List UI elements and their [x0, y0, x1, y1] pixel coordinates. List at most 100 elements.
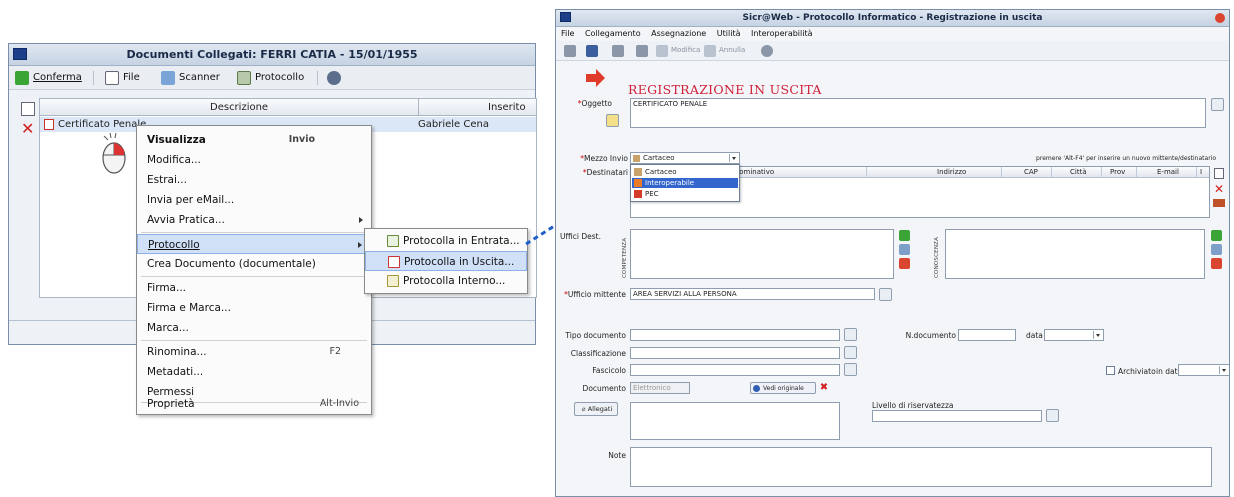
menu-collegamento[interactable]: Collegamento — [585, 29, 641, 38]
chevron-down-icon — [1219, 366, 1228, 374]
protocollo-submenu: Protocolla in Entrata... Protocolla in U… — [364, 228, 528, 294]
remove-icon[interactable] — [1211, 258, 1222, 269]
tipo-documento-field[interactable] — [630, 329, 840, 341]
mail-icon[interactable] — [636, 45, 648, 57]
note-field[interactable] — [630, 447, 1212, 487]
menu-item-metadati[interactable]: Metadati... — [137, 362, 371, 382]
file-button[interactable]: File — [103, 69, 140, 87]
menu-file[interactable]: File — [561, 29, 574, 38]
classificazione-field[interactable] — [630, 347, 840, 359]
competenza-list[interactable] — [630, 229, 894, 279]
mezzo-invio-select[interactable]: Cartaceo — [630, 152, 740, 164]
info-icon — [753, 385, 760, 392]
n-documento-field[interactable] — [958, 329, 1016, 341]
cancel-icon[interactable] — [704, 45, 716, 57]
annulla-button[interactable]: Annulla — [719, 46, 745, 54]
submenu-arrow-icon — [358, 242, 362, 248]
stamp-icon[interactable] — [612, 45, 624, 57]
tree-browse-icon[interactable] — [844, 363, 857, 376]
menu-item-invia-email[interactable]: Invia per eMail... — [137, 190, 371, 210]
menu-separator — [141, 276, 367, 277]
archiviato-label: Archiviato — [1118, 367, 1156, 376]
menu-item-protocollo[interactable]: Protocollo — [137, 234, 371, 254]
new-recipient-icon[interactable] — [1214, 168, 1224, 179]
tree-browse-icon[interactable] — [844, 346, 857, 359]
window-title: Documenti Collegati: FERRI CATIA - 15/01… — [126, 48, 418, 61]
remove-icon[interactable] — [899, 258, 910, 269]
menu-item-firma-e-marca[interactable]: Firma e Marca... — [137, 298, 371, 318]
column-cap[interactable]: CAP — [1001, 167, 1038, 178]
fascicolo-field[interactable] — [630, 364, 840, 376]
paperclip-icon: ⌀ — [581, 405, 586, 413]
dropdown-option-interoperabile[interactable]: Interoperabile — [632, 178, 738, 188]
add-icon[interactable] — [1211, 230, 1222, 241]
allegati-list[interactable] — [630, 402, 840, 440]
column-i[interactable]: I — [1196, 167, 1202, 178]
column-indirizzo[interactable]: Indirizzo — [866, 167, 966, 178]
submenu-protocolla-interno[interactable]: Protocolla Interno... — [365, 271, 527, 291]
print-icon[interactable] — [564, 45, 576, 57]
submenu-protocolla-entrata[interactable]: Protocolla in Entrata... — [365, 231, 527, 251]
column-citta[interactable]: Città — [1051, 167, 1087, 178]
menu-item-marca[interactable]: Marca... — [137, 318, 371, 338]
conoscenza-list[interactable] — [945, 229, 1205, 279]
group-icon[interactable] — [1213, 199, 1225, 207]
column-email[interactable]: E-mail — [1136, 167, 1179, 178]
new-file-icon — [105, 71, 119, 85]
delete-icon[interactable]: ✕ — [21, 121, 35, 137]
submenu-protocolla-uscita[interactable]: Protocolla in Uscita... — [365, 251, 527, 271]
menu-interoperabilita[interactable]: Interoperabilità — [751, 29, 812, 38]
data-label: data — [1026, 331, 1043, 340]
close-icon[interactable] — [1215, 13, 1225, 23]
archiviato-data-field[interactable] — [1178, 364, 1229, 376]
search-icon[interactable] — [844, 328, 857, 341]
menu-item-estrai[interactable]: Estrai... — [137, 170, 371, 190]
menu-item-crea-documento[interactable]: Crea Documento (documentale) — [137, 254, 371, 274]
add-icon[interactable] — [899, 230, 910, 241]
archiviato-checkbox[interactable] — [1106, 366, 1115, 375]
note-icon[interactable] — [606, 114, 619, 127]
dropdown-option-cartaceo[interactable]: Cartaceo — [632, 167, 738, 177]
help-icon[interactable] — [761, 45, 773, 57]
close-icon[interactable]: ✖ — [818, 382, 830, 394]
menu-item-firma[interactable]: Firma... — [137, 278, 371, 298]
livello-riservatezza-field[interactable] — [872, 410, 1042, 422]
menu-item-rinomina[interactable]: Rinomina... F2 — [137, 342, 371, 362]
dropdown-option-pec[interactable]: PEC — [632, 189, 738, 199]
ufficio-mittente-field[interactable]: AREA SERVIZI ALLA PERSONA — [630, 288, 875, 300]
mouse-right-click-icon — [102, 132, 126, 174]
menu-item-avvia-pratica[interactable]: Avvia Pratica... — [137, 210, 371, 230]
column-prov[interactable]: Prov — [1101, 167, 1125, 178]
conferma-button[interactable]: Conferma — [13, 69, 82, 87]
menu-item-modifica[interactable]: Modifica... — [137, 150, 371, 170]
search-icon[interactable] — [1211, 244, 1222, 255]
save-icon[interactable] — [586, 45, 598, 57]
menu-item-visualizza[interactable]: Visualizza Invio — [137, 130, 371, 150]
data-field[interactable] — [1044, 329, 1104, 341]
new-document-icon[interactable] — [21, 102, 35, 116]
globe-button[interactable] — [325, 69, 341, 87]
menu-item-proprieta[interactable]: Proprietà Alt-Invio — [137, 394, 371, 414]
globe-icon — [327, 71, 341, 85]
competenza-label: COMPETENZA — [622, 237, 628, 278]
column-descrizione[interactable]: Descrizione — [210, 99, 268, 116]
title-bar: Documenti Collegati: FERRI CATIA - 15/01… — [9, 44, 535, 66]
modifica-button[interactable]: Modifica — [671, 46, 700, 54]
column-inserito-da[interactable]: Inserito da — [488, 99, 536, 130]
search-icon[interactable] — [1211, 98, 1224, 111]
tree-browse-icon[interactable] — [879, 288, 892, 301]
check-icon — [15, 71, 29, 85]
oggetto-field[interactable]: CERTIFICATO PENALE — [630, 98, 1206, 128]
documento-select[interactable]: Elettronico — [630, 382, 690, 394]
search-icon[interactable] — [899, 244, 910, 255]
menu-utilita[interactable]: Utilità — [717, 29, 741, 38]
protocollo-button[interactable]: Protocollo — [235, 69, 304, 87]
edit-icon[interactable] — [656, 45, 668, 57]
allegati-button[interactable]: ⌀ Allegati — [574, 402, 618, 416]
menu-assegnazione[interactable]: Assegnazione — [651, 29, 706, 38]
search-icon[interactable] — [1046, 409, 1059, 422]
scanner-button[interactable]: Scanner — [159, 69, 220, 87]
vedi-originale-button[interactable]: Vedi originale — [750, 382, 816, 394]
destinatari-label: *Destinatari — [582, 168, 628, 177]
delete-icon[interactable]: ✕ — [1214, 183, 1224, 195]
